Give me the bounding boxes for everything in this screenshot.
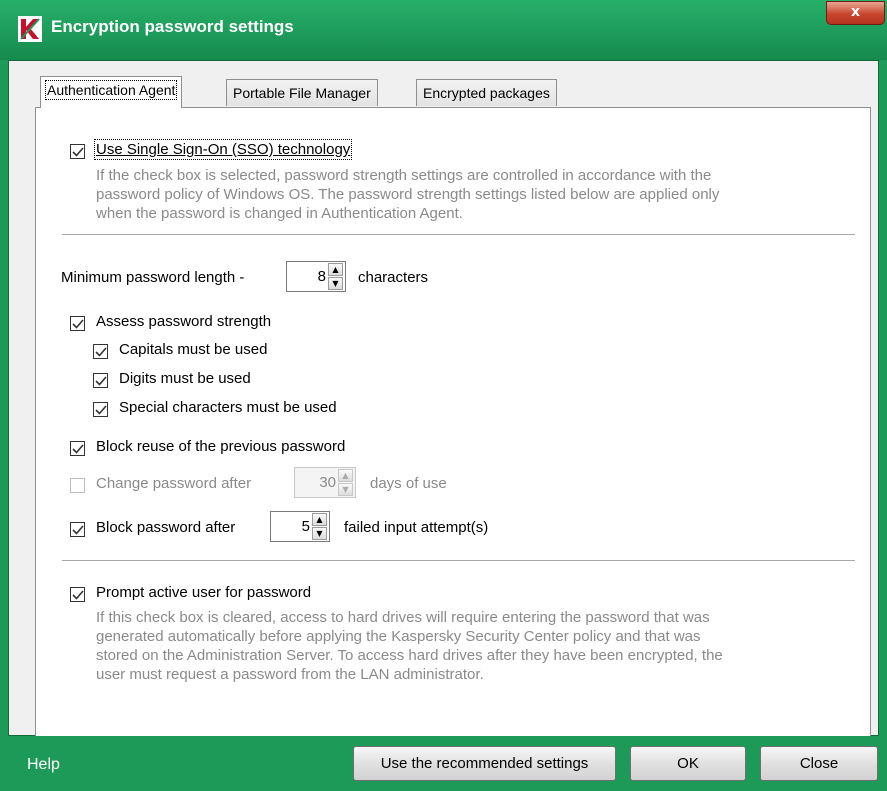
use-recommended-settings-button[interactable]: Use the recommended settings	[353, 746, 616, 781]
close-button[interactable]: Close	[760, 746, 878, 781]
change-after-checkbox[interactable]	[70, 478, 85, 493]
change-after-value: 30	[319, 474, 336, 491]
divider	[62, 560, 855, 561]
close-window-button[interactable]: x	[826, 1, 885, 25]
check-icon	[72, 147, 84, 157]
check-icon	[72, 444, 84, 454]
min-length-unit: characters	[358, 269, 429, 286]
capitals-label[interactable]: Capitals must be used	[119, 341, 267, 358]
spin-down-icon[interactable]: ▼	[312, 527, 327, 540]
title-bar[interactable]: Encryption password settings x	[0, 0, 887, 60]
sso-checkbox[interactable]	[70, 144, 85, 159]
sso-description-line-3: when the password is changed in Authenti…	[96, 205, 463, 222]
spin-up-icon[interactable]: ▲	[338, 469, 353, 482]
block-after-spinner[interactable]: 5 ▲ ▼	[270, 511, 330, 542]
tab-panel-authentication-agent: Use Single Sign-On (SSO) technology If t…	[35, 107, 871, 771]
prompt-description-line-1: If this check box is cleared, access to …	[96, 609, 710, 626]
special-chars-label[interactable]: Special characters must be used	[119, 399, 337, 416]
block-reuse-checkbox[interactable]	[70, 441, 85, 456]
min-length-value: 8	[317, 268, 326, 285]
prompt-description-line-2: generated automatically before applying …	[96, 628, 701, 645]
divider	[62, 234, 855, 235]
block-after-label[interactable]: Block password after	[96, 519, 235, 536]
assess-strength-checkbox[interactable]	[70, 316, 85, 331]
window-title: Encryption password settings	[51, 17, 294, 36]
help-link[interactable]: Help	[27, 756, 60, 774]
tab-portable-file-manager[interactable]: Portable File Manager	[226, 79, 378, 106]
dialog-window: Encryption password settings x Authentic…	[0, 0, 887, 791]
spin-up-icon[interactable]: ▲	[312, 513, 327, 526]
block-reuse-label[interactable]: Block reuse of the previous password	[96, 438, 345, 455]
dialog-footer: Help Use the recommended settings OK Clo…	[0, 736, 887, 791]
change-after-spinner[interactable]: 30 ▲ ▼	[294, 467, 356, 498]
tab-encrypted-packages[interactable]: Encrypted packages	[416, 79, 557, 106]
block-after-value: 5	[301, 518, 310, 535]
spin-up-icon[interactable]: ▲	[328, 263, 343, 276]
block-after-unit: failed input attempt(s)	[344, 519, 489, 536]
capitals-checkbox[interactable]	[93, 344, 108, 359]
special-chars-checkbox[interactable]	[93, 402, 108, 417]
tab-authentication-agent[interactable]: Authentication Agent	[40, 76, 183, 108]
sso-description-line-2: password policy of Windows OS. The passw…	[96, 186, 720, 203]
sso-label[interactable]: Use Single Sign-On (SSO) technology	[93, 139, 353, 160]
check-icon	[95, 347, 107, 357]
prompt-user-label[interactable]: Prompt active user for password	[96, 584, 311, 601]
spin-down-icon[interactable]: ▼	[328, 277, 343, 290]
min-length-label: Minimum password length -	[61, 269, 245, 286]
check-icon	[95, 376, 107, 386]
kaspersky-app-icon	[18, 16, 42, 42]
check-icon	[72, 590, 84, 600]
prompt-description-line-3: stored on the Administration Server. To …	[96, 647, 723, 664]
ok-button[interactable]: OK	[630, 746, 746, 781]
prompt-description-line-4: user must request a password from the LA…	[96, 666, 484, 683]
prompt-user-checkbox[interactable]	[70, 587, 85, 602]
spin-down-icon[interactable]: ▼	[338, 483, 353, 496]
block-after-checkbox[interactable]	[70, 522, 85, 537]
check-icon	[72, 525, 84, 535]
min-length-spinner[interactable]: 8 ▲ ▼	[286, 261, 346, 292]
digits-label[interactable]: Digits must be used	[119, 370, 251, 387]
change-after-unit: days of use	[370, 475, 447, 492]
sso-description-line-1: If the check box is selected, password s…	[96, 167, 712, 184]
check-icon	[72, 319, 84, 329]
assess-strength-label[interactable]: Assess password strength	[96, 313, 271, 330]
dialog-client-area: Authentication Agent Portable File Manag…	[8, 60, 879, 771]
digits-checkbox[interactable]	[93, 373, 108, 388]
change-after-label[interactable]: Change password after	[96, 475, 251, 492]
check-icon	[95, 405, 107, 415]
